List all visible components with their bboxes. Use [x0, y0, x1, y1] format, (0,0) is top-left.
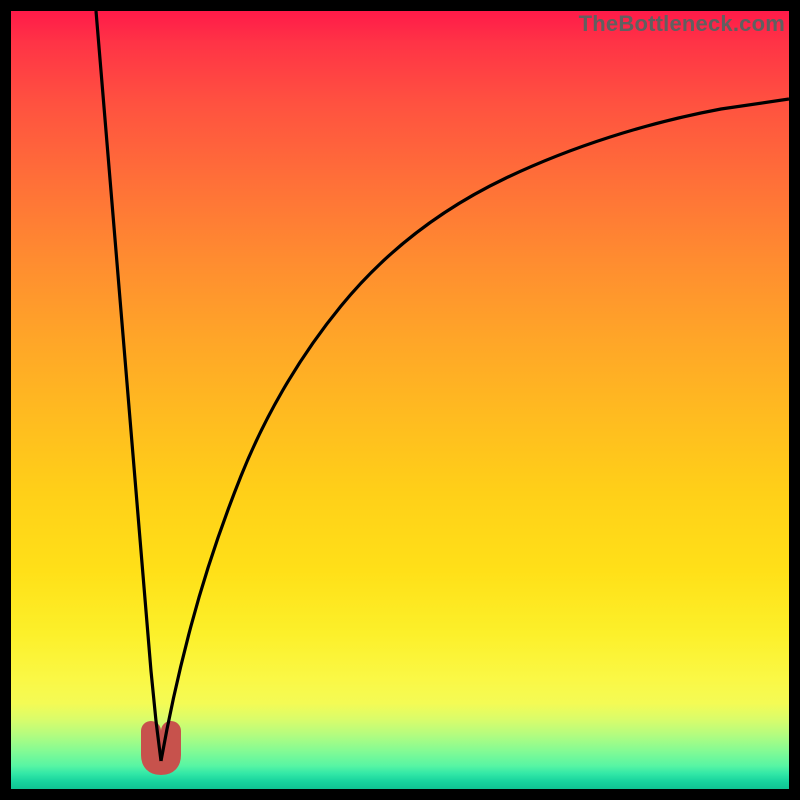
right-curve: [161, 99, 789, 761]
attribution-label: TheBottleneck.com: [579, 11, 785, 37]
plot-frame: TheBottleneck.com: [11, 11, 789, 789]
chart-svg: [11, 11, 789, 789]
left-curve: [96, 11, 161, 761]
